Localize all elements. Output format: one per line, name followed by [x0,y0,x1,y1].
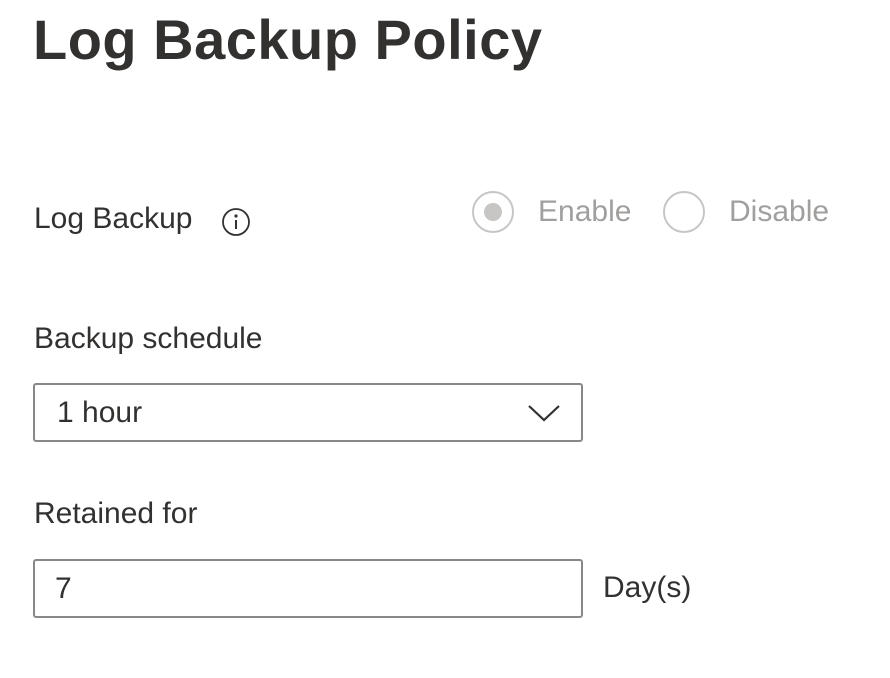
backup-schedule-dropdown[interactable]: 1 hour [33,383,583,442]
backup-schedule-label: Backup schedule [34,322,263,355]
radio-enable-label[interactable]: Enable [538,195,631,229]
retained-for-input[interactable] [33,559,583,618]
retained-for-label: Retained for [34,497,198,530]
log-backup-label: Log Backup [34,202,193,235]
backup-schedule-value: 1 hour [57,396,143,429]
info-icon[interactable] [221,207,251,237]
page-title: Log Backup Policy [33,8,543,71]
retention-unit-label: Day(s) [603,571,692,604]
radio-disable-label[interactable]: Disable [729,195,829,229]
radio-enable-circle[interactable] [472,191,514,233]
radio-disable-circle[interactable] [663,191,705,233]
radio-enable-dot [484,203,502,221]
chevron-down-icon [528,405,560,422]
